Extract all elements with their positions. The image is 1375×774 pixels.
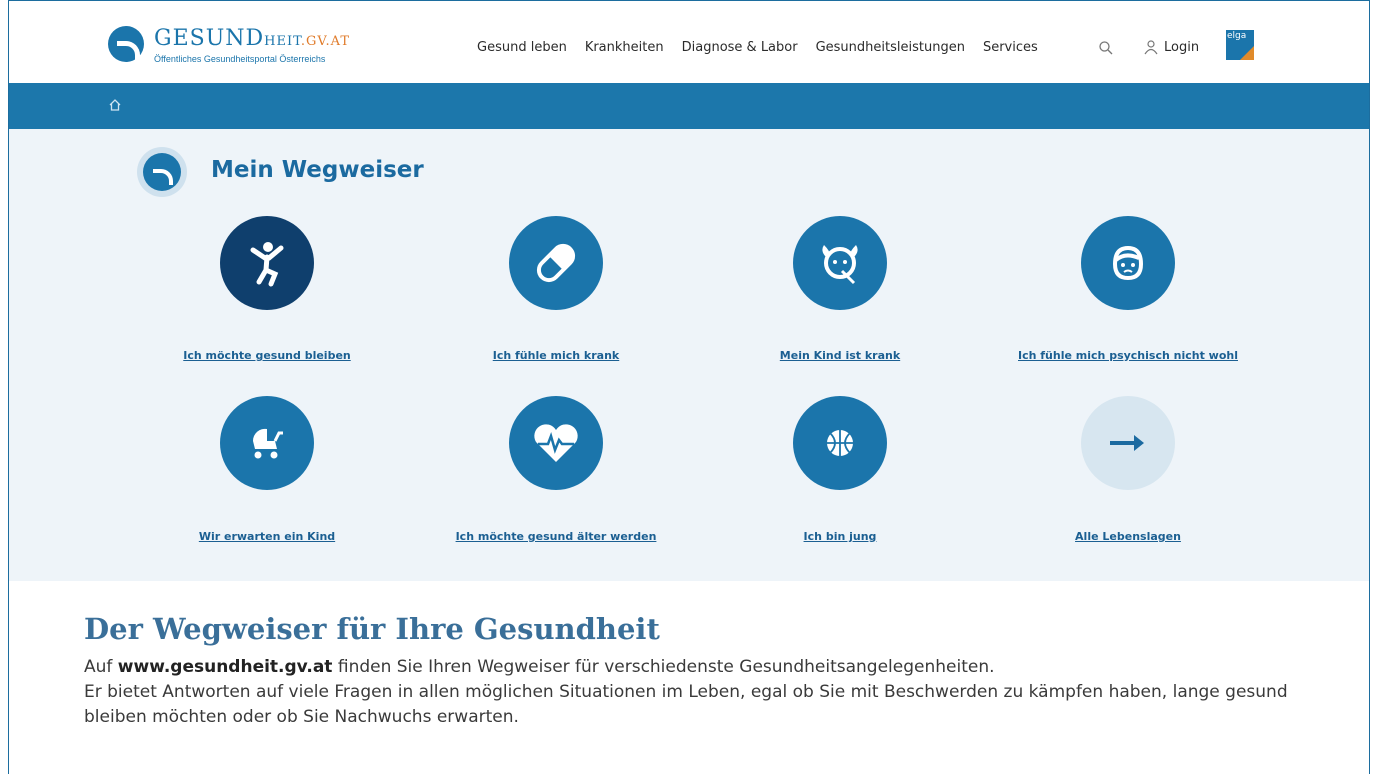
tile-psychisch[interactable]: Ich fühle mich psychisch nicht wohl	[978, 216, 1278, 366]
nav-item-diagnose-labor[interactable]: Diagnose & Labor	[682, 40, 798, 55]
tile-label: Ich fühle mich psychisch nicht wohl	[1018, 349, 1238, 362]
pram-icon	[220, 396, 314, 490]
nav-item-gesundheitsleistungen[interactable]: Gesundheitsleistungen	[816, 40, 965, 55]
elga-label: elga	[1227, 31, 1247, 41]
face-icon	[1081, 216, 1175, 310]
nav-item-gesund-leben[interactable]: Gesund leben	[477, 40, 567, 55]
para-prefix: Auf	[84, 657, 113, 677]
tile-aelter-werden[interactable]: Ich möchte gesund älter werden	[406, 396, 706, 546]
tile-label: Alle Lebenslagen	[1075, 530, 1181, 543]
tile-alle-lebenslagen[interactable]: Alle Lebenslagen	[978, 396, 1278, 546]
basketball-icon	[793, 396, 887, 490]
tile-gesund-bleiben[interactable]: Ich möchte gesund bleiben	[117, 216, 417, 366]
nav-item-krankheiten[interactable]: Krankheiten	[585, 40, 664, 55]
tile-kind-erwarten[interactable]: Wir erwarten ein Kind	[117, 396, 417, 546]
tile-label: Ich möchte gesund bleiben	[183, 349, 351, 362]
tile-jung[interactable]: Ich bin jung	[690, 396, 990, 546]
nav-item-services[interactable]: Services	[983, 40, 1038, 55]
logo-title: GESUNDHEIT.GV.AT	[154, 26, 350, 51]
search-icon[interactable]	[1098, 40, 1114, 56]
para-line2: Er bietet Antworten auf viele Fragen in …	[84, 682, 1288, 727]
section-heading: Der Wegweiser für Ihre Gesundheit	[84, 612, 660, 646]
arrow-right-icon	[1081, 396, 1175, 490]
wegweiser-logo-icon	[143, 153, 181, 191]
login-link[interactable]: Login	[1164, 40, 1199, 55]
child-face-icon	[793, 216, 887, 310]
tile-label: Ich fühle mich krank	[492, 349, 620, 362]
section-paragraph: Auf www.gesundheit.gv.at finden Sie Ihre…	[84, 655, 1344, 730]
breadcrumb-bar	[9, 83, 1369, 129]
para-rest: finden Sie Ihren Wegweiser für verschied…	[337, 657, 995, 677]
logo-subtitle: Öffentliches Gesundheitsportal Österreic…	[154, 54, 326, 64]
main-nav: Gesund leben Krankheiten Diagnose & Labo…	[477, 40, 1038, 55]
tile-label: Ich möchte gesund älter werden	[455, 530, 657, 543]
tile-krank[interactable]: Ich fühle mich krank	[406, 216, 706, 366]
user-icon[interactable]	[1143, 39, 1159, 55]
site-link[interactable]: www.gesundheit.gv.at	[118, 657, 333, 677]
tile-label: Mein Kind ist krank	[779, 349, 901, 362]
heartbeat-icon	[509, 396, 603, 490]
site-logo[interactable]: GESUNDHEIT.GV.AT Öffentliches Gesundheit…	[108, 22, 378, 74]
wegweiser-title: Mein Wegweiser	[211, 157, 424, 183]
tile-label: Ich bin jung	[803, 530, 877, 543]
tile-kind-krank[interactable]: Mein Kind ist krank	[690, 216, 990, 366]
logo-mark-icon	[108, 26, 144, 62]
dancer-icon	[220, 216, 314, 310]
home-icon[interactable]	[108, 98, 122, 112]
tile-label: Wir erwarten ein Kind	[198, 530, 336, 543]
pill-icon	[509, 216, 603, 310]
